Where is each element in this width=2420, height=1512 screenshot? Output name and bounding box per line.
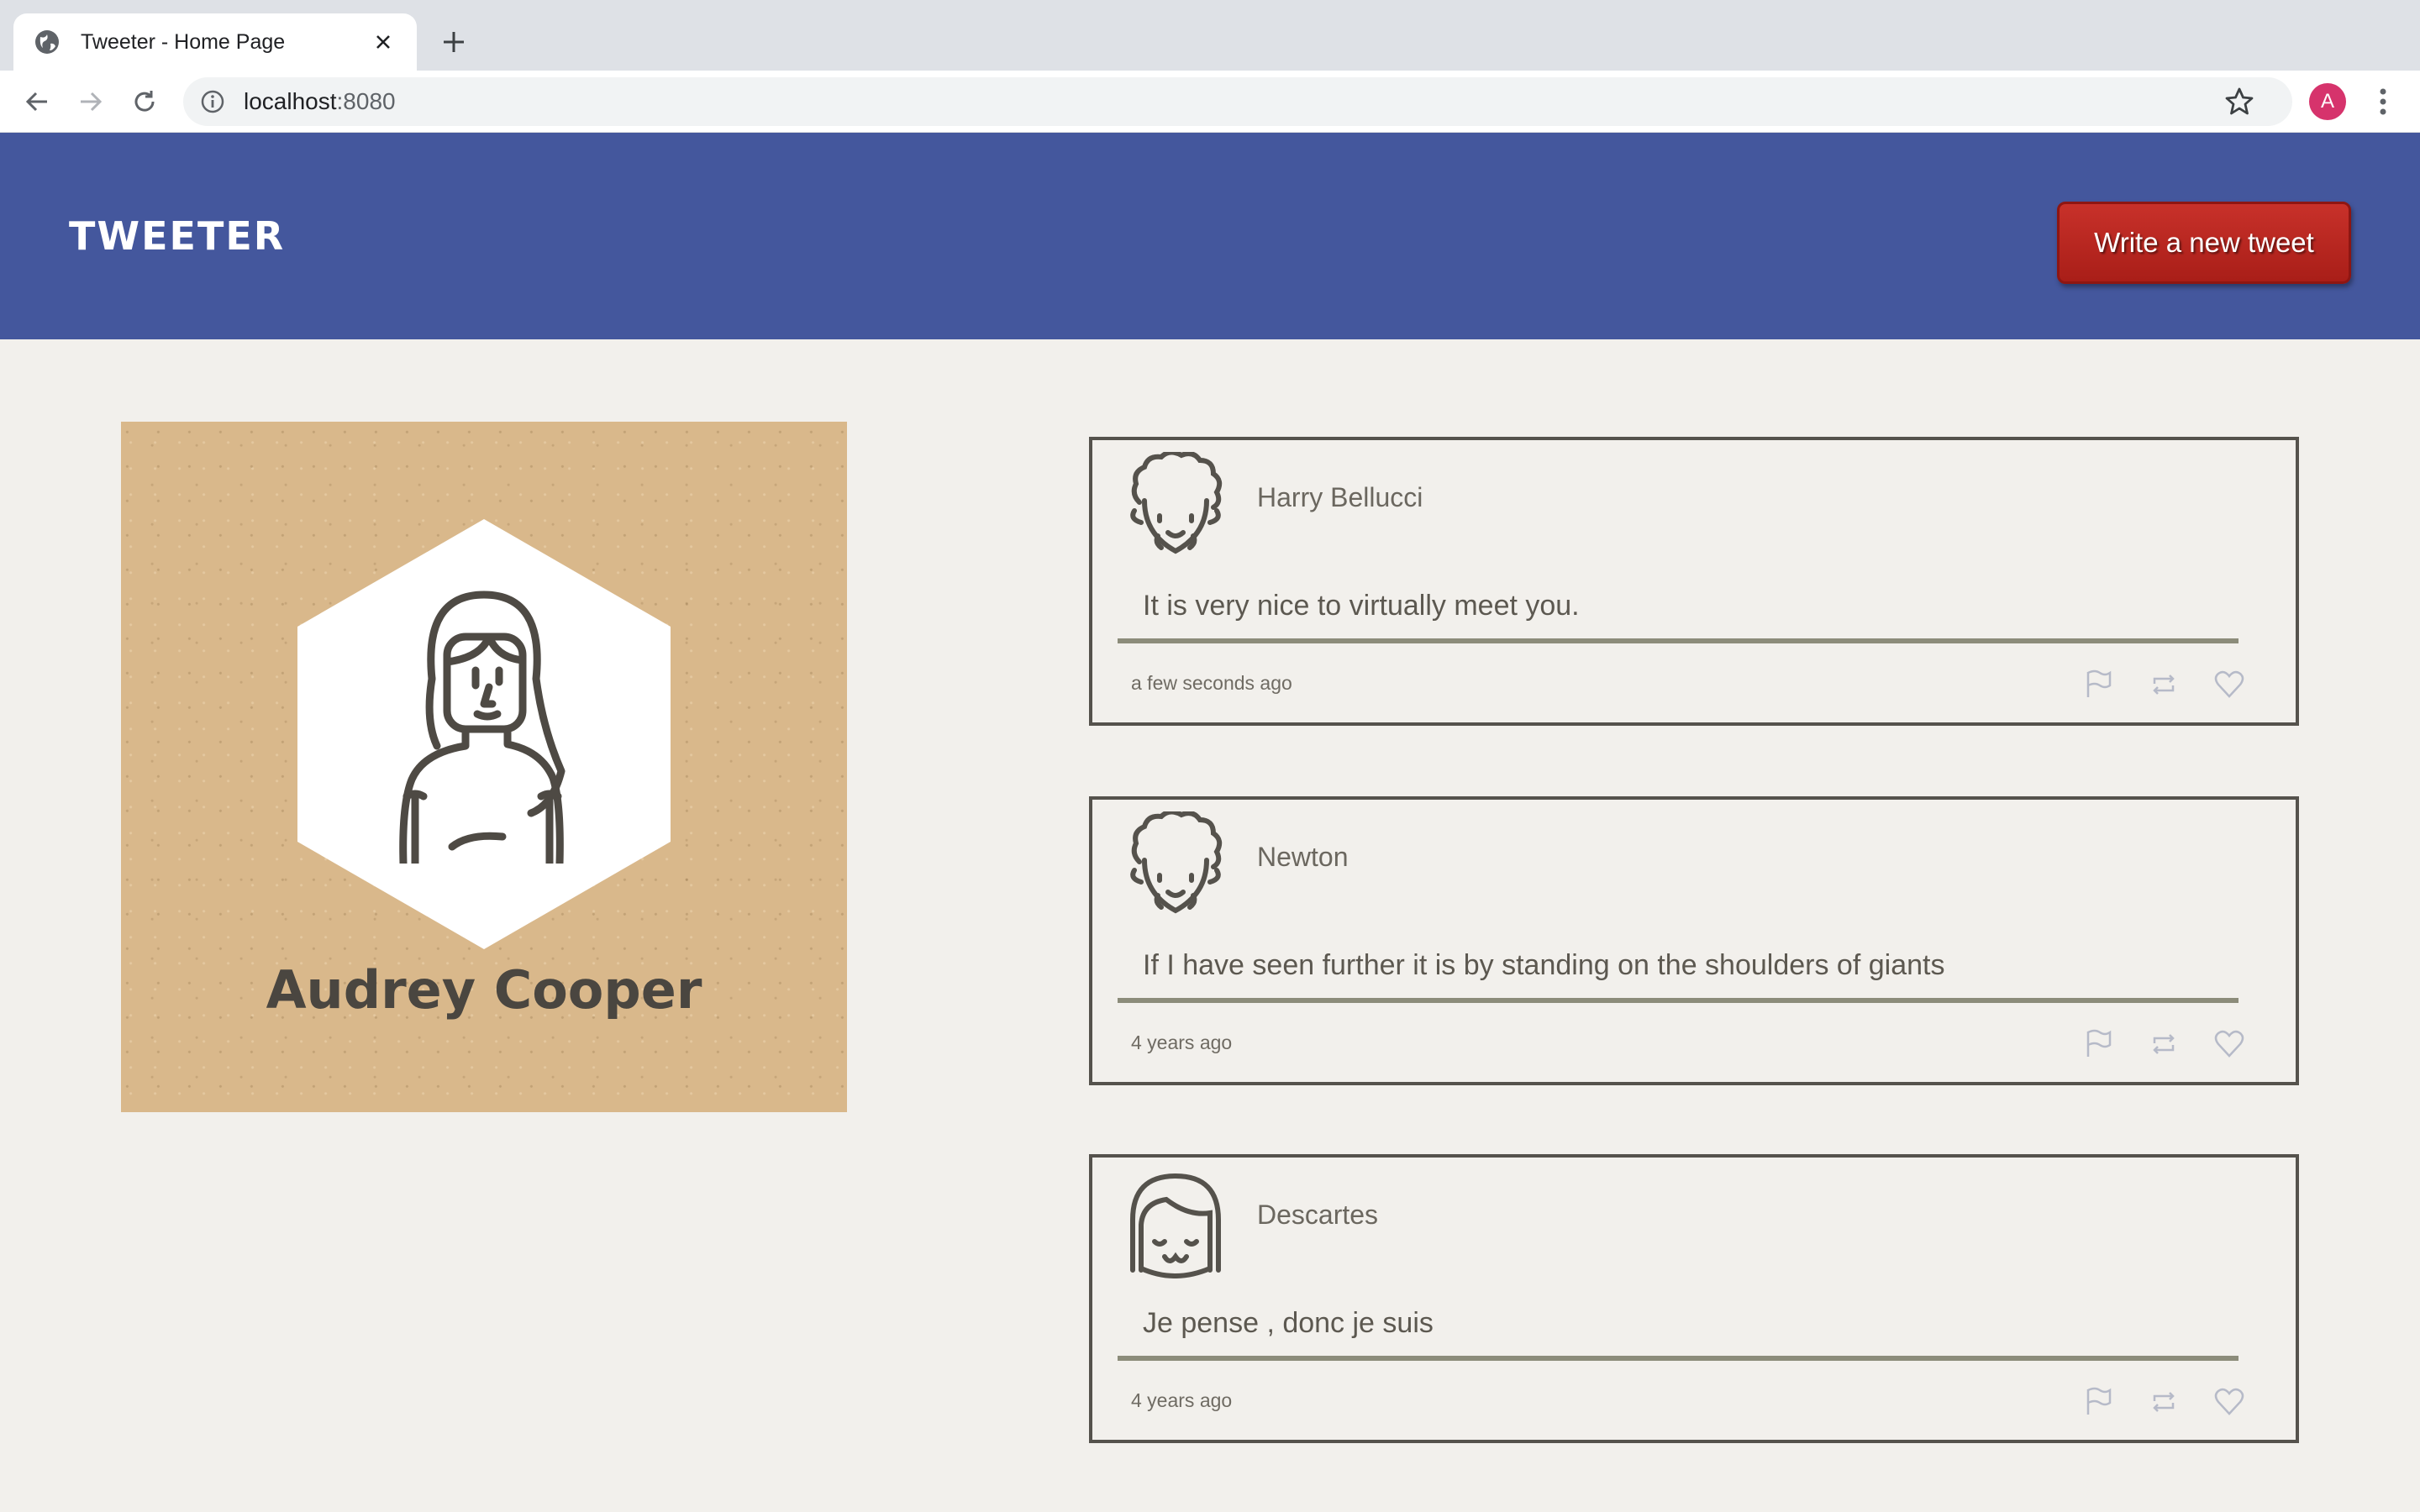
tweet-actions (2082, 1028, 2245, 1060)
browser-toolbar: localhost:8080 A (0, 71, 2420, 133)
more-menu-icon[interactable] (2366, 81, 2400, 122)
bob-hair-avatar-icon (1130, 1173, 1221, 1278)
bookmark-star-icon[interactable] (2223, 86, 2255, 118)
curly-man-avatar-icon (1130, 811, 1223, 914)
tweet-card: Newton If I have seen further it is by s… (1089, 796, 2299, 1085)
retweet-icon[interactable] (2148, 669, 2180, 701)
browser-profile-avatar[interactable]: A (2309, 83, 2346, 120)
tweet-text: It is very nice to virtually meet you. (1143, 590, 1580, 622)
retweet-icon[interactable] (2148, 1028, 2180, 1060)
tweet-timestamp: 4 years ago (1131, 1032, 1233, 1053)
forward-arrow-icon[interactable] (71, 81, 111, 122)
heart-icon[interactable] (2213, 1386, 2245, 1418)
tweet-timestamp: a few seconds ago (1131, 672, 1292, 694)
info-icon[interactable] (200, 89, 225, 114)
globe-icon (35, 30, 59, 54)
app-logo[interactable]: TWEETER (69, 213, 285, 259)
profile-card: Audrey Cooper (121, 422, 847, 1112)
tweet-author[interactable]: Descartes (1257, 1200, 1378, 1231)
tweet-card: Harry Bellucci It is very nice to virtua… (1089, 437, 2299, 726)
tweet-text: Je pense , donc je suis (1143, 1307, 1434, 1339)
tweet-divider (1118, 638, 2238, 643)
url-port: :8080 (336, 88, 396, 114)
curly-man-avatar-icon (1130, 452, 1223, 554)
retweet-icon[interactable] (2148, 1386, 2180, 1418)
tweet-timestamp: 4 years ago (1131, 1389, 1233, 1411)
back-arrow-icon[interactable] (17, 81, 57, 122)
browser-tab-bar: Tweeter - Home Page (0, 0, 2420, 71)
tweet-actions (2082, 669, 2245, 701)
profile-avatar-hexagon (297, 519, 671, 949)
reload-icon[interactable] (124, 81, 165, 122)
woman-avatar-icon (399, 591, 566, 864)
tweet-divider (1118, 1356, 2238, 1361)
browser-tab[interactable]: Tweeter - Home Page (13, 13, 417, 71)
tweet-divider (1118, 998, 2238, 1003)
tweet-author[interactable]: Newton (1257, 842, 1349, 873)
url-host: localhost (244, 88, 337, 114)
write-new-tweet-button[interactable]: Write a new tweet (2057, 202, 2351, 284)
flag-icon[interactable] (2082, 1028, 2114, 1060)
tweet-author[interactable]: Harry Bellucci (1257, 482, 1423, 513)
tab-title: Tweeter - Home Page (81, 29, 286, 54)
profile-name: Audrey Cooper (266, 959, 702, 1021)
heart-icon[interactable] (2213, 1028, 2245, 1060)
flag-icon[interactable] (2082, 1386, 2114, 1418)
close-tab-icon[interactable] (370, 29, 397, 55)
flag-icon[interactable] (2082, 669, 2114, 701)
tweet-actions (2082, 1386, 2245, 1418)
heart-icon[interactable] (2213, 669, 2245, 701)
app-header: TWEETER Write a new tweet (0, 133, 2420, 339)
tweet-card: Descartes Je pense , donc je suis 4 year… (1089, 1154, 2299, 1443)
new-tab-icon[interactable] (434, 22, 474, 62)
address-bar[interactable]: localhost:8080 (183, 77, 2292, 126)
tweet-text: If I have seen further it is by standing… (1143, 949, 1945, 981)
